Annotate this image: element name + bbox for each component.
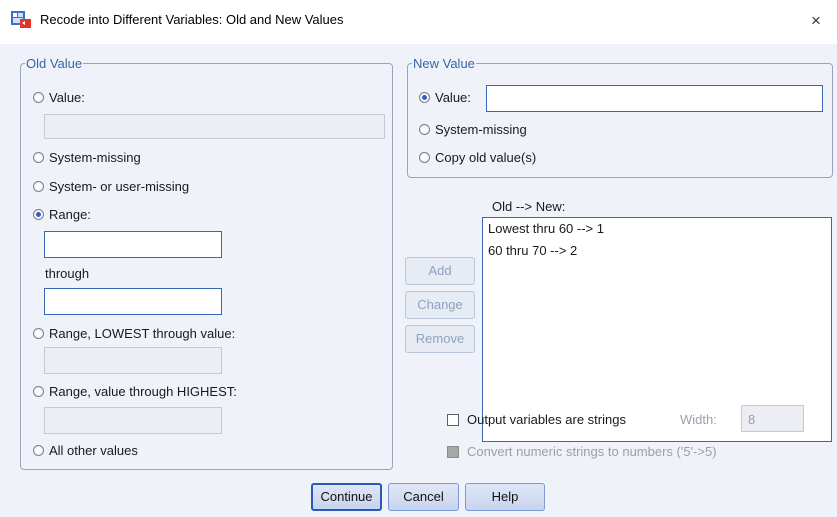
old-range-label: Range: [49, 207, 91, 222]
new-value-legend: New Value [413, 56, 475, 71]
close-icon[interactable]: × [803, 8, 829, 34]
width-label: Width: [680, 412, 717, 427]
add-button[interactable]: Add [405, 257, 475, 285]
continue-button[interactable]: Continue [311, 483, 382, 511]
radio-icon [33, 181, 44, 192]
output-strings-checkbox[interactable] [447, 414, 459, 426]
through-label: through [45, 266, 90, 281]
old-range-lowest-radio[interactable]: Range, LOWEST through value: [33, 326, 235, 341]
width-value: 8 [748, 412, 756, 427]
cancel-button[interactable]: Cancel [388, 483, 459, 511]
radio-icon [33, 445, 44, 456]
old-range-lowest-label: Range, LOWEST through value: [49, 326, 236, 341]
remove-button[interactable]: Remove [405, 325, 475, 353]
old-value-input[interactable] [44, 114, 385, 139]
radio-icon [419, 152, 430, 163]
convert-numeric-label: Convert numeric strings to numbers ('5'-… [467, 444, 717, 459]
range-lowest-input[interactable] [44, 347, 222, 374]
range-highest-input[interactable] [44, 407, 222, 434]
copy-old-values-label: Copy old value(s) [435, 150, 537, 165]
new-system-missing-label: System-missing [435, 122, 527, 137]
help-button[interactable]: Help [465, 483, 545, 511]
range-to-input[interactable] [44, 288, 222, 315]
old-range-highest-label: Range, value through HIGHEST: [49, 384, 237, 399]
radio-selected-icon [419, 92, 430, 103]
radio-icon [33, 92, 44, 103]
window-title: Recode into Different Variables: Old and… [40, 12, 344, 27]
old-value-legend: Old Value [26, 56, 83, 71]
old-new-header: Old --> New: [492, 199, 566, 214]
old-range-highest-radio[interactable]: Range, value through HIGHEST: [33, 384, 237, 399]
new-value-radio[interactable]: Value: [419, 90, 471, 105]
range-from-input[interactable] [44, 231, 222, 258]
new-value-label: Value: [435, 90, 471, 105]
old-value-radio[interactable]: Value: [33, 90, 85, 105]
old-value-label: Value: [49, 90, 85, 105]
old-range-radio[interactable]: Range: [33, 207, 91, 222]
list-item[interactable]: 60 thru 70 --> 2 [483, 240, 831, 262]
title-bar: Recode into Different Variables: Old and… [0, 0, 837, 44]
old-system-user-missing-label: System- or user-missing [49, 179, 190, 194]
old-system-user-missing-radio[interactable]: System- or user-missing [33, 179, 189, 194]
copy-old-values-radio[interactable]: Copy old value(s) [419, 150, 536, 165]
change-button[interactable]: Change [405, 291, 475, 319]
new-system-missing-radio[interactable]: System-missing [419, 122, 527, 137]
radio-icon [419, 124, 430, 135]
radio-selected-icon [33, 209, 44, 220]
new-value-input[interactable] [486, 85, 823, 112]
old-system-missing-radio[interactable]: System-missing [33, 150, 141, 165]
radio-icon [33, 328, 44, 339]
radio-icon [33, 152, 44, 163]
dialog-body: Old Value Value: System-missing System- … [0, 44, 837, 517]
radio-icon [33, 386, 44, 397]
spss-dialog-icon [11, 11, 31, 28]
width-input[interactable]: 8 [741, 405, 804, 432]
list-item[interactable]: Lowest thru 60 --> 1 [483, 218, 831, 240]
old-system-missing-label: System-missing [49, 150, 141, 165]
old-all-other-label: All other values [49, 443, 138, 458]
output-strings-label: Output variables are strings [467, 412, 626, 427]
old-all-other-radio[interactable]: All other values [33, 443, 138, 458]
convert-numeric-checkbox[interactable] [447, 446, 459, 458]
